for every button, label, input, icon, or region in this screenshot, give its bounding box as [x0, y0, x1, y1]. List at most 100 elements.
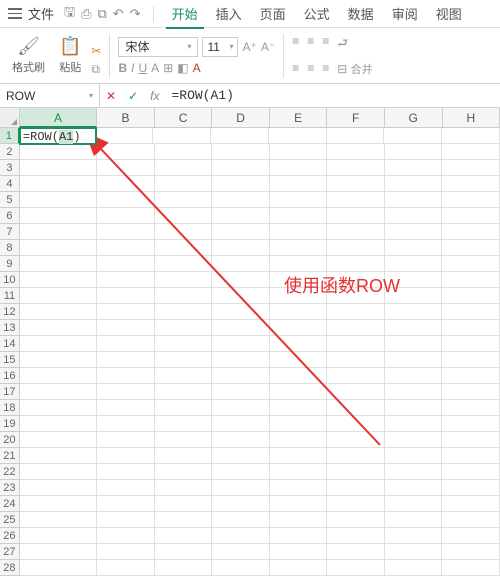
cell[interactable] [442, 384, 500, 400]
cell[interactable] [97, 448, 155, 464]
align-center-icon[interactable]: ≡ [307, 61, 314, 77]
cell[interactable] [97, 336, 155, 352]
cell[interactable] [327, 480, 385, 496]
cell[interactable] [442, 208, 500, 224]
cell[interactable] [97, 512, 155, 528]
cancel-formula-button[interactable]: ✕ [100, 89, 122, 103]
cell[interactable] [212, 240, 270, 256]
cell[interactable] [327, 528, 385, 544]
column-header-g[interactable]: G [385, 108, 443, 128]
column-header-e[interactable]: E [270, 108, 328, 128]
cell[interactable] [212, 416, 270, 432]
cell[interactable] [270, 560, 328, 576]
cell[interactable] [97, 304, 155, 320]
cell[interactable] [442, 448, 500, 464]
cell[interactable] [385, 544, 443, 560]
cell[interactable] [155, 448, 213, 464]
cell[interactable] [153, 128, 211, 144]
cell[interactable] [270, 384, 328, 400]
cell[interactable] [20, 304, 97, 320]
cell[interactable] [97, 432, 155, 448]
cell[interactable] [155, 144, 213, 160]
cell[interactable] [442, 272, 500, 288]
cell[interactable] [155, 272, 213, 288]
cell[interactable] [385, 384, 443, 400]
cell[interactable] [20, 240, 97, 256]
cell[interactable] [270, 336, 328, 352]
cell[interactable] [270, 240, 328, 256]
align-right-icon[interactable]: ≡ [322, 61, 329, 77]
cell[interactable] [97, 496, 155, 512]
cell[interactable] [385, 480, 443, 496]
cell[interactable] [442, 480, 500, 496]
row-header[interactable]: 8 [0, 240, 20, 256]
cell[interactable] [327, 384, 385, 400]
qat-save-icon[interactable]: 🖫 [64, 3, 75, 25]
cell[interactable] [270, 448, 328, 464]
cell[interactable] [20, 400, 97, 416]
cell[interactable] [97, 416, 155, 432]
row-header[interactable]: 20 [0, 432, 20, 448]
cell[interactable] [212, 288, 270, 304]
increase-font-icon[interactable]: A⁺ [242, 40, 256, 54]
row-header[interactable]: 10 [0, 272, 20, 288]
cell[interactable] [270, 400, 328, 416]
copy-icon[interactable]: ⧉ [91, 62, 101, 77]
font-size-select[interactable]: 11▾ [202, 37, 238, 57]
cell[interactable] [327, 432, 385, 448]
align-top-icon[interactable]: ≡ [292, 34, 299, 55]
row-header[interactable]: 13 [0, 320, 20, 336]
row-header[interactable]: 22 [0, 464, 20, 480]
tab-start[interactable]: 开始 [166, 4, 204, 29]
cell[interactable] [155, 432, 213, 448]
cell[interactable] [212, 480, 270, 496]
cell[interactable] [20, 208, 97, 224]
cell[interactable] [385, 512, 443, 528]
column-header-b[interactable]: B [97, 108, 155, 128]
cell[interactable] [385, 304, 443, 320]
cell[interactable] [270, 224, 328, 240]
cell[interactable] [327, 336, 385, 352]
cell[interactable] [20, 320, 97, 336]
cell[interactable] [385, 208, 443, 224]
cell[interactable] [385, 432, 443, 448]
cell[interactable] [270, 368, 328, 384]
cell[interactable] [97, 368, 155, 384]
cell[interactable] [155, 304, 213, 320]
cell[interactable] [20, 496, 97, 512]
row-header[interactable]: 9 [0, 256, 20, 272]
cell[interactable] [155, 512, 213, 528]
cell[interactable] [212, 496, 270, 512]
paste-button[interactable]: 📋 粘贴 [55, 34, 85, 77]
cell[interactable] [20, 288, 97, 304]
cell[interactable] [270, 528, 328, 544]
cell[interactable] [270, 496, 328, 512]
align-middle-icon[interactable]: ≡ [307, 34, 314, 55]
cell[interactable] [270, 208, 328, 224]
cell[interactable] [385, 496, 443, 512]
border-icon[interactable]: ⊞ [163, 61, 173, 75]
cell[interactable] [327, 512, 385, 528]
cell[interactable] [155, 160, 213, 176]
cell[interactable] [97, 224, 155, 240]
cell[interactable] [442, 336, 500, 352]
cell[interactable] [155, 496, 213, 512]
row-header[interactable]: 12 [0, 304, 20, 320]
cell[interactable] [327, 176, 385, 192]
font-name-select[interactable]: 宋体▾ [118, 37, 198, 57]
tab-view[interactable]: 视图 [430, 4, 468, 23]
cell[interactable] [97, 240, 155, 256]
hamburger-icon[interactable] [8, 7, 22, 21]
cell[interactable] [384, 128, 442, 144]
cell[interactable] [269, 128, 327, 144]
cell[interactable] [442, 256, 500, 272]
row-header[interactable]: 15 [0, 352, 20, 368]
cell[interactable] [327, 400, 385, 416]
wrap-text-icon[interactable]: ⮐ [337, 34, 348, 55]
cell[interactable] [270, 352, 328, 368]
cell[interactable] [385, 160, 443, 176]
column-header-f[interactable]: F [327, 108, 385, 128]
cell[interactable] [327, 240, 385, 256]
cell[interactable] [442, 416, 500, 432]
cell[interactable] [385, 352, 443, 368]
